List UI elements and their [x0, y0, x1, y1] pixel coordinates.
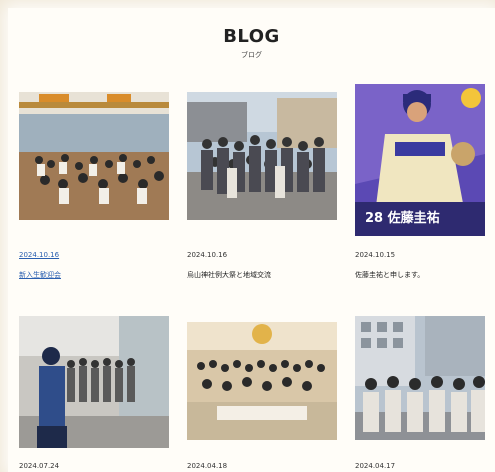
- post-date[interactable]: 2024.10.15: [355, 251, 395, 259]
- blog-card[interactable]: 2024.04.17: [355, 316, 485, 470]
- post-thumbnail[interactable]: [19, 92, 169, 220]
- post-date[interactable]: 2024.10.16: [187, 251, 227, 259]
- blog-card[interactable]: 2024.04.18: [187, 322, 337, 470]
- post-thumbnail[interactable]: [187, 92, 337, 220]
- blog-card[interactable]: 28 佐藤圭祐 2024.10.15 佐藤圭祐と申します。: [355, 84, 485, 279]
- blog-header: BLOG ブログ: [8, 26, 495, 60]
- post-title[interactable]: 佐藤圭祐と申します。: [355, 270, 424, 280]
- blog-card[interactable]: 2024.10.16 烏山神社例大祭と地域交流: [187, 92, 337, 279]
- blog-card[interactable]: 2024.07.24: [19, 316, 169, 470]
- post-date[interactable]: 2024.10.16: [19, 251, 59, 259]
- page-subtitle: ブログ: [241, 51, 262, 59]
- post-title[interactable]: 烏山神社例大祭と地域交流: [187, 270, 271, 280]
- post-thumbnail[interactable]: [187, 322, 337, 440]
- page-panel: BLOG ブログ 2024.10.16 新入生歓迎会 2024.10.16 烏山…: [8, 8, 495, 472]
- post-title[interactable]: 新入生歓迎会: [19, 270, 61, 280]
- post-thumbnail[interactable]: [19, 316, 169, 448]
- page-title: BLOG: [223, 26, 280, 47]
- post-date[interactable]: 2024.04.17: [355, 462, 395, 470]
- overlay-text: 28 佐藤圭祐: [365, 210, 440, 226]
- post-thumbnail[interactable]: [355, 316, 485, 440]
- post-thumbnail[interactable]: 28 佐藤圭祐: [355, 84, 485, 236]
- post-date[interactable]: 2024.04.18: [187, 462, 227, 470]
- blog-card[interactable]: 2024.10.16 新入生歓迎会: [19, 92, 169, 279]
- post-date[interactable]: 2024.07.24: [19, 462, 59, 470]
